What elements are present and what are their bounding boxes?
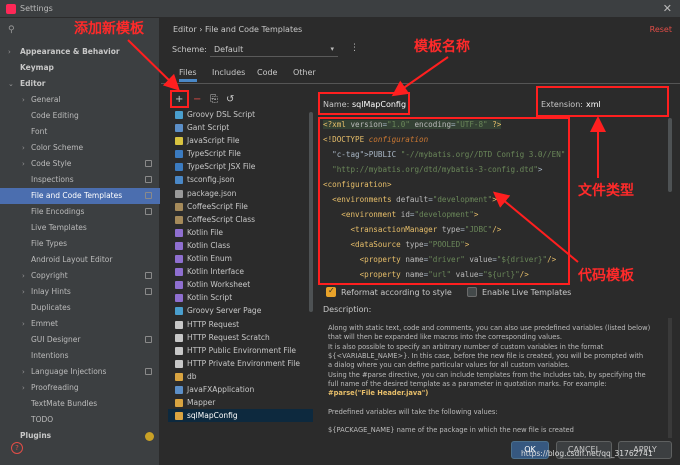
annotation-arrows — [127, 39, 606, 263]
arrow-to-add-button — [127, 39, 180, 91]
arrow-to-name-field — [391, 56, 449, 97]
arrow-to-code — [492, 191, 579, 263]
